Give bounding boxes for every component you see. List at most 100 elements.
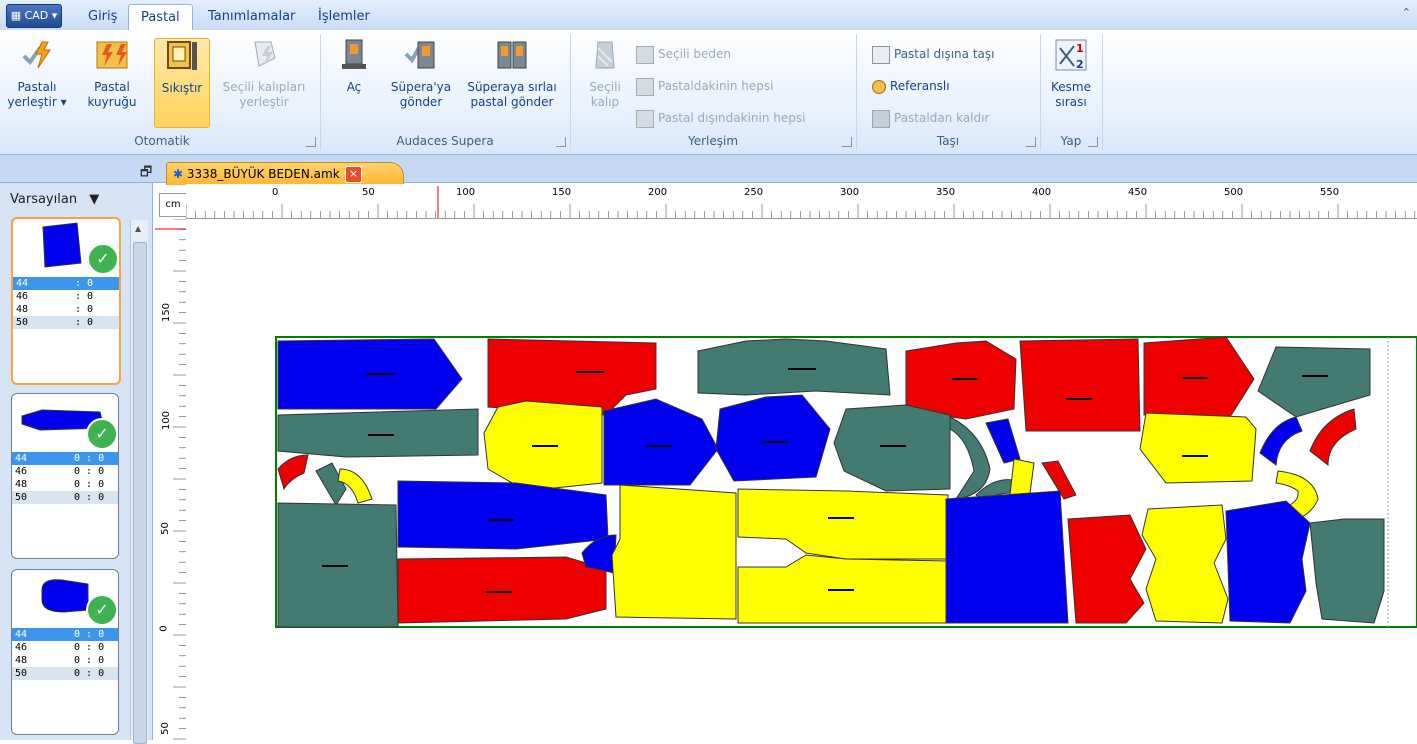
tab-pastal[interactable]: Pastal (128, 4, 193, 30)
siralari-pastal-gonder-button[interactable]: Süperaya sırlaı pastal gönder (462, 38, 562, 110)
ruler-label: 100 (161, 410, 173, 431)
dialog-launcher-icon[interactable] (1088, 137, 1098, 147)
ruler-label: 500 (1224, 187, 1244, 198)
remove-from-marker-icon (872, 109, 890, 128)
size-row: 50 0 : 0 (12, 667, 118, 680)
group-tasi: Pastal dışına taşı Referanslı Pastaldan … (856, 34, 1041, 150)
button-label: Pastalı (17, 80, 57, 94)
pattern-piece (611, 484, 737, 620)
pastal-disindakinin-hepsi-button[interactable]: Pastal dışındakinin hepsi (636, 108, 805, 128)
group-label: Taşı (936, 134, 960, 148)
pin-panel-icon[interactable]: 🗗 (140, 163, 152, 185)
marker-canvas[interactable] (186, 219, 1417, 740)
check-icon: ✓ (87, 243, 119, 275)
app-menu-label: CAD (24, 9, 49, 22)
button-label: Süperaya sırlaı (467, 80, 557, 94)
size-row: 48 0 : 0 (15, 655, 105, 666)
group-otomatik: Pastalı yerleştir ▾ Pastal kuyruğu Sıkış… (4, 34, 321, 150)
pattern-piece (697, 338, 891, 396)
app-menu-button[interactable]: ▦ CAD ▾ (6, 4, 62, 28)
button-label: kalıp (590, 95, 620, 109)
button-label: pastal gönder (470, 95, 554, 109)
cutting-order-icon: 1 2 (1055, 39, 1087, 71)
ruler-label: 300 (840, 187, 860, 198)
button-label: Kesme (1051, 80, 1091, 94)
svg-text:1: 1 (1076, 42, 1084, 55)
pattern-piece (1009, 458, 1035, 496)
supera-gonder-button[interactable]: Süpera'ya gönder (382, 38, 460, 110)
size-row: 48 0 : 0 (15, 479, 105, 490)
secili-kaliplari-yerlestir-button[interactable]: Seçili kalıpları yerleştir (210, 38, 318, 110)
pattern-piece (277, 408, 479, 458)
size-row: 44 0 : 0 (12, 452, 118, 465)
pattern-piece (1309, 518, 1385, 624)
dialog-launcher-icon[interactable] (306, 137, 316, 147)
unit-button[interactable]: cm (159, 193, 187, 217)
pastal-kuyrugu-button[interactable]: Pastal kuyruğu (70, 38, 154, 110)
scroll-thumb[interactable] (133, 242, 147, 744)
pastaldakinin-hepsi-button[interactable]: Pastaldakinin hepsi (636, 76, 774, 96)
piece-card[interactable]: ✓ 44: 0 46: 0 48: 0 50: 0 (11, 217, 121, 385)
tab-islemler[interactable]: İşlemler (306, 4, 382, 29)
scroll-up-icon[interactable]: ▲ (135, 224, 141, 233)
button-label: Aç (346, 80, 362, 94)
preset-dropdown[interactable]: Varsayılan ▼ (10, 192, 99, 207)
ruler-label: 450 (1128, 187, 1148, 198)
dialog-launcher-icon[interactable] (1026, 137, 1036, 147)
button-label: Pastaldan kaldır (894, 111, 990, 125)
all-outside-marker-icon (636, 109, 654, 128)
queue-icon (96, 41, 128, 69)
close-tab-icon[interactable]: × (345, 166, 362, 183)
group-label: Yerleşim (687, 134, 739, 148)
panel-scrollbar[interactable]: ▲ (130, 220, 148, 744)
referansli-button[interactable]: Referanslı (872, 76, 950, 96)
ruler-label: 400 (1032, 187, 1052, 198)
button-label: sırası (1055, 95, 1087, 109)
tab-label: Pastal (141, 10, 180, 25)
pastali-yerlestir-button[interactable]: Pastalı yerleştir ▾ (6, 38, 68, 110)
document-title: 3338_BÜYÜK BEDEN.amk (186, 167, 340, 181)
button-label: Seçili beden (658, 47, 732, 61)
place-selected-icon (254, 41, 276, 67)
ruler-label: 50 (159, 522, 171, 535)
size-row: 46 0 : 0 (15, 642, 105, 653)
piece-card[interactable]: ✓ 44 0 : 0 46 0 : 0 48 0 : 0 50 0 : 0 (11, 569, 119, 735)
button-label: Pastaldakinin hepsi (658, 79, 774, 93)
open-machine-icon (342, 39, 366, 69)
button-label: yerleştir ▾ (7, 95, 67, 109)
secili-beden-button[interactable]: Seçili beden (636, 44, 731, 64)
ac-button[interactable]: Aç (326, 38, 382, 95)
ruler-label: 50 (159, 722, 171, 735)
group-audaces-supera: Aç Süpera'ya gönder Süperaya sırlaı past… (320, 34, 571, 150)
pattern-piece (715, 394, 831, 482)
all-in-marker-icon (636, 77, 654, 96)
ruler-label: 200 (648, 187, 668, 198)
group-yap: 1 2 Kesme sırası Yap (1040, 34, 1103, 150)
pattern-piece (1019, 338, 1141, 432)
ruler-label: 350 (936, 187, 956, 198)
ribbon: Pastalı yerleştir ▾ Pastal kuyruğu Sıkış… (0, 30, 1417, 155)
button-label: Süpera'ya (390, 80, 452, 94)
preset-label: Varsayılan (10, 192, 78, 207)
piece-card[interactable]: ✓ 44 0 : 0 46 0 : 0 48 0 : 0 50 0 : 0 (11, 393, 119, 559)
file-icon: ✱ (173, 167, 184, 181)
secili-kalip-button[interactable]: Seçili kalıp (582, 38, 628, 110)
group-label: Otomatik (134, 134, 190, 148)
pastaldan-kaldir-button[interactable]: Pastaldan kaldır (872, 108, 989, 128)
size-row: 46: 0 (16, 291, 94, 302)
pattern-piece (1225, 500, 1311, 624)
tab-giris[interactable]: Giriş (76, 4, 129, 29)
size-row: 44 0 : 0 (12, 628, 118, 641)
chevron-down-icon: ▼ (89, 192, 100, 207)
kesme-sirasi-button[interactable]: 1 2 Kesme sırası (1044, 38, 1098, 110)
group-label: Audaces Supera (396, 134, 494, 148)
pattern-piece (945, 490, 1069, 624)
ribbon-collapse-icon[interactable]: ⌃ (1402, 6, 1411, 19)
dialog-launcher-icon[interactable] (842, 137, 852, 147)
pastal-disina-tasi-button[interactable]: Pastal dışına taşı (872, 44, 994, 64)
group-yerlesim: Seçili kalıp Seçili beden Pastaldakinin … (570, 34, 857, 150)
dialog-launcher-icon[interactable] (556, 137, 566, 147)
sikistir-button[interactable]: Sıkıştır (154, 38, 210, 128)
document-tab[interactable]: ✱ 3338_BÜYÜK BEDEN.amk × (166, 162, 404, 185)
tab-tanimlamalar[interactable]: Tanımlamalar (196, 4, 307, 29)
